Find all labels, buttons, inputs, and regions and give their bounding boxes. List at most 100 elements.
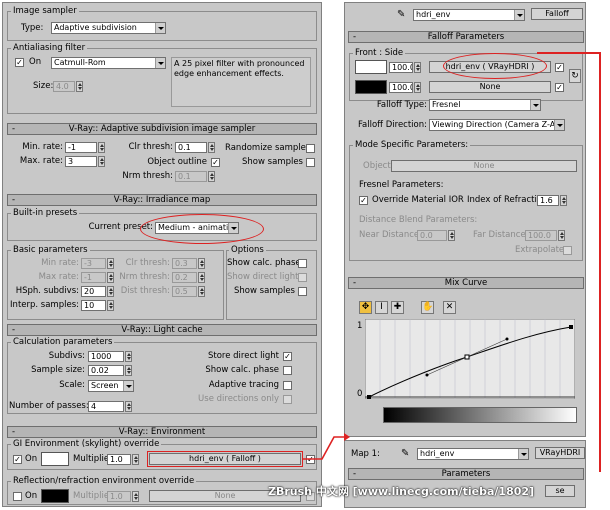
gi-env-color-swatch[interactable] (41, 452, 69, 466)
object-pick-button[interactable]: None (391, 160, 577, 172)
front-amount-spinner[interactable] (414, 62, 421, 73)
insert-point-icon[interactable]: ✚ (391, 301, 404, 314)
hsph-subdivs-spinner[interactable] (107, 286, 114, 297)
irr-dist-thresh-input[interactable]: 0.5 (172, 286, 197, 297)
use-directions-checkbox[interactable] (283, 395, 292, 404)
map1-name-dropdown[interactable]: hdri_env (417, 448, 529, 460)
gi-env-on-checkbox[interactable]: ✓ (13, 455, 22, 464)
refl-env-color-swatch[interactable] (41, 489, 69, 503)
aa-size-input[interactable]: 4.0 (53, 81, 75, 92)
refl-env-multiplier-input[interactable]: 1.0 (107, 491, 131, 502)
aa-size-spinner[interactable] (76, 81, 83, 92)
irr-nrm-thresh-spinner[interactable] (198, 272, 205, 283)
ior-spinner[interactable] (560, 195, 567, 206)
chevron-down-icon (518, 449, 528, 459)
min-rate-spinner[interactable] (98, 142, 105, 153)
adaptive-tracing-checkbox[interactable] (283, 381, 292, 390)
side-amount-spinner[interactable] (414, 82, 421, 93)
irr-nrm-thresh-input[interactable]: 0.2 (172, 272, 197, 283)
move-tool-icon[interactable]: ✥ (359, 301, 372, 314)
front-color-swatch[interactable] (355, 60, 387, 74)
refl-env-multiplier-spinner[interactable] (132, 491, 139, 502)
aa-on-checkbox[interactable]: ✓ (15, 58, 24, 67)
lc-scale-dropdown[interactable]: Screen (88, 380, 134, 392)
aa-filter-dropdown[interactable]: Catmull-Rom (51, 57, 166, 69)
irradiance-rollout-header[interactable]: - V-Ray:: Irradiance map (7, 194, 317, 206)
lc-subdivs-spinner[interactable] (125, 351, 132, 362)
side-color-swatch[interactable] (355, 80, 387, 94)
curve-handle-out (505, 337, 509, 341)
lc-passes-input[interactable]: 4 (88, 401, 124, 412)
sampler-type-dropdown[interactable]: Adaptive subdivision (51, 22, 166, 34)
side-amount-input[interactable]: 100.0 (389, 82, 413, 93)
nrm-thresh-spinner[interactable] (208, 171, 215, 182)
irr-max-rate-input[interactable]: -1 (81, 272, 106, 283)
front-side-title: Front : Side (353, 48, 406, 58)
interp-samples-input[interactable]: 10 (81, 300, 106, 311)
map1-params-rollout-header[interactable]: - Parameters (348, 468, 584, 480)
falloff-params-rollout-header[interactable]: - Falloff Parameters (348, 31, 584, 43)
irr-min-rate-input[interactable]: -3 (81, 258, 106, 269)
map-name-dropdown[interactable]: hdri_env (413, 9, 525, 21)
gi-env-multiplier-input[interactable]: 1.0 (107, 454, 131, 465)
override-ior-checkbox[interactable]: ✓ (359, 196, 368, 205)
map-type-button[interactable]: Falloff (531, 8, 583, 20)
hsph-subdivs-input[interactable]: 20 (81, 286, 106, 297)
min-rate-input[interactable]: -1 (65, 142, 97, 153)
swap-colors-icon[interactable]: ↻ (569, 69, 581, 83)
falloff-direction-dropdown[interactable]: Viewing Direction (Camera Z-Axis) (429, 119, 565, 131)
store-direct-label: Store direct light (207, 351, 279, 361)
interp-samples-spinner[interactable] (107, 300, 114, 311)
max-rate-spinner[interactable] (98, 156, 105, 167)
irr-clr-thresh-spinner[interactable] (198, 258, 205, 269)
extrapolate-checkbox[interactable] (563, 246, 572, 255)
lc-sample-size-input[interactable]: 0.02 (88, 365, 124, 376)
environment-rollout-header[interactable]: - V-Ray:: Environment (7, 426, 317, 438)
curve-y-bottom-label: 0 (357, 389, 363, 399)
pan-hand-icon[interactable]: ✋ (421, 301, 434, 314)
falloff-type-dropdown[interactable]: Fresnel (429, 99, 541, 111)
map1-type-button[interactable]: VRayHDRI (535, 447, 585, 459)
adaptive-sampler-rollout-header[interactable]: - V-Ray:: Adaptive subdivision image samp… (7, 123, 317, 135)
far-distance-input[interactable]: 100.0 (525, 230, 557, 241)
lc-sample-size-spinner[interactable] (125, 365, 132, 376)
lc-show-calc-checkbox[interactable] (283, 366, 292, 375)
irr-dist-thresh-spinner[interactable] (198, 286, 205, 297)
eyedropper-icon[interactable]: ✎ (397, 9, 409, 21)
lc-sample-size-label: Sample size: (31, 365, 85, 375)
mix-curve-graph[interactable] (365, 319, 575, 399)
side-map-checkbox[interactable]: ✓ (555, 83, 564, 92)
chevron-down-icon (514, 10, 524, 20)
irr-max-rate-spinner[interactable] (107, 272, 114, 283)
store-direct-checkbox[interactable]: ✓ (283, 352, 292, 361)
randomize-samples-checkbox[interactable] (306, 144, 315, 153)
near-distance-input[interactable]: 0.0 (417, 230, 447, 241)
front-amount-input[interactable]: 100.0 (389, 62, 413, 73)
side-map-button[interactable]: None (429, 81, 551, 93)
irr-show-calc-checkbox[interactable] (298, 259, 307, 268)
near-distance-spinner[interactable] (448, 230, 455, 241)
scale-point-icon[interactable]: I (375, 301, 388, 314)
mix-curve-rollout-header[interactable]: - Mix Curve (348, 277, 584, 289)
lc-subdivs-input[interactable]: 1000 (88, 351, 124, 362)
gi-env-multiplier-spinner[interactable] (132, 454, 139, 465)
object-outline-checkbox[interactable]: ✓ (211, 158, 220, 167)
show-samples-checkbox[interactable] (306, 158, 315, 167)
map1-partial-button[interactable]: se (545, 485, 575, 497)
front-map-checkbox[interactable]: ✓ (555, 63, 564, 72)
irr-clr-thresh-input[interactable]: 0.3 (172, 258, 197, 269)
irr-show-samples-checkbox[interactable] (298, 287, 307, 296)
far-distance-spinner[interactable] (558, 230, 565, 241)
delete-point-icon[interactable]: ✕ (443, 301, 456, 314)
lc-passes-spinner[interactable] (125, 401, 132, 412)
ior-input[interactable]: 1.6 (537, 195, 559, 206)
map1-eyedropper-icon[interactable]: ✎ (401, 448, 413, 460)
light-cache-rollout-header[interactable]: - V-Ray:: Light cache (7, 324, 317, 336)
irr-show-direct-checkbox[interactable] (298, 273, 307, 282)
irr-min-rate-spinner[interactable] (107, 258, 114, 269)
clr-thresh-input[interactable]: 0.1 (175, 142, 207, 153)
max-rate-input[interactable]: 3 (65, 156, 97, 167)
clr-thresh-spinner[interactable] (208, 142, 215, 153)
nrm-thresh-input[interactable]: 0.1 (175, 171, 207, 182)
refl-env-on-checkbox[interactable] (13, 492, 22, 501)
